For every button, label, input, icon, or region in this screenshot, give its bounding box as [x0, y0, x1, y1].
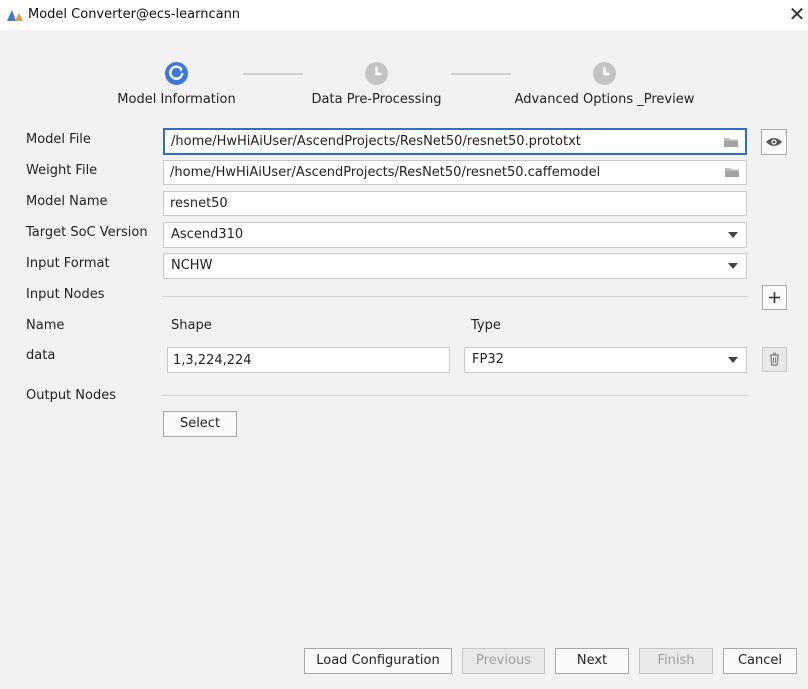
clock-icon — [365, 62, 388, 85]
clock-icon — [593, 62, 616, 85]
output-nodes-divider — [162, 395, 749, 396]
weight-file-input[interactable] — [164, 161, 746, 184]
model-file-label: Model File — [26, 132, 91, 147]
input-node-shape-field[interactable] — [167, 347, 450, 373]
dropdown-caret-icon[interactable] — [728, 263, 738, 269]
input-node-type-value: FP32 — [472, 352, 504, 367]
next-button[interactable]: Next — [555, 648, 629, 674]
model-name-input[interactable] — [164, 192, 746, 215]
close-icon[interactable]: ✕ — [786, 3, 808, 25]
input-node-name: data — [26, 348, 56, 363]
model-file-input[interactable] — [165, 130, 745, 153]
finish-button[interactable]: Finish — [639, 648, 713, 674]
app-icon — [7, 10, 23, 21]
step-data-preprocessing: Data Pre-Processing — [312, 62, 441, 107]
load-configuration-button[interactable]: Load Configuration — [304, 648, 452, 674]
select-output-nodes-button[interactable]: Select — [163, 411, 237, 437]
window-title: Model Converter@ecs-learncann — [28, 7, 241, 22]
target-soc-select[interactable]: Ascend310 — [163, 222, 747, 248]
weight-file-field[interactable] — [163, 160, 747, 185]
output-nodes-label: Output Nodes — [26, 388, 116, 403]
step-label: Model Information — [117, 92, 236, 107]
previous-button[interactable]: Previous — [462, 648, 545, 674]
spinner-icon — [165, 62, 188, 85]
target-soc-label: Target SoC Version — [26, 225, 148, 240]
model-name-label: Model Name — [26, 194, 108, 209]
step-advanced-options: Advanced Options _Preview — [515, 62, 694, 107]
folder-icon[interactable] — [723, 136, 739, 148]
column-header-name: Name — [26, 318, 65, 333]
add-input-node-button[interactable] — [762, 285, 787, 310]
eye-icon — [766, 138, 782, 146]
cancel-button[interactable]: Cancel — [723, 648, 797, 674]
step-label: Data Pre-Processing — [311, 92, 442, 107]
input-node-type-select[interactable]: FP32 — [464, 347, 747, 373]
folder-icon[interactable] — [724, 166, 740, 178]
column-header-type: Type — [471, 318, 501, 333]
input-node-shape-input[interactable] — [168, 348, 449, 372]
plus-icon — [769, 292, 780, 303]
input-format-value: NCHW — [171, 258, 213, 273]
dropdown-caret-icon[interactable] — [728, 232, 738, 238]
delete-input-node-button[interactable] — [762, 347, 787, 372]
input-format-select[interactable]: NCHW — [163, 253, 747, 279]
target-soc-value: Ascend310 — [171, 227, 244, 242]
input-format-label: Input Format — [26, 256, 110, 271]
trash-icon — [770, 352, 779, 366]
preview-model-button[interactable] — [761, 129, 787, 155]
model-file-field[interactable] — [163, 128, 747, 155]
column-header-shape: Shape — [171, 318, 212, 333]
title-bar: Model Converter@ecs-learncann ✕ — [0, 0, 808, 30]
step-label: Advanced Options _Preview — [514, 92, 695, 107]
input-nodes-divider — [162, 296, 749, 297]
weight-file-label: Weight File — [26, 163, 98, 178]
step-model-information: Model Information — [117, 62, 236, 107]
step-connector — [451, 73, 511, 75]
input-nodes-label: Input Nodes — [26, 287, 105, 302]
model-name-field[interactable] — [163, 191, 747, 216]
dropdown-caret-icon[interactable] — [728, 357, 738, 363]
step-connector — [243, 73, 303, 75]
